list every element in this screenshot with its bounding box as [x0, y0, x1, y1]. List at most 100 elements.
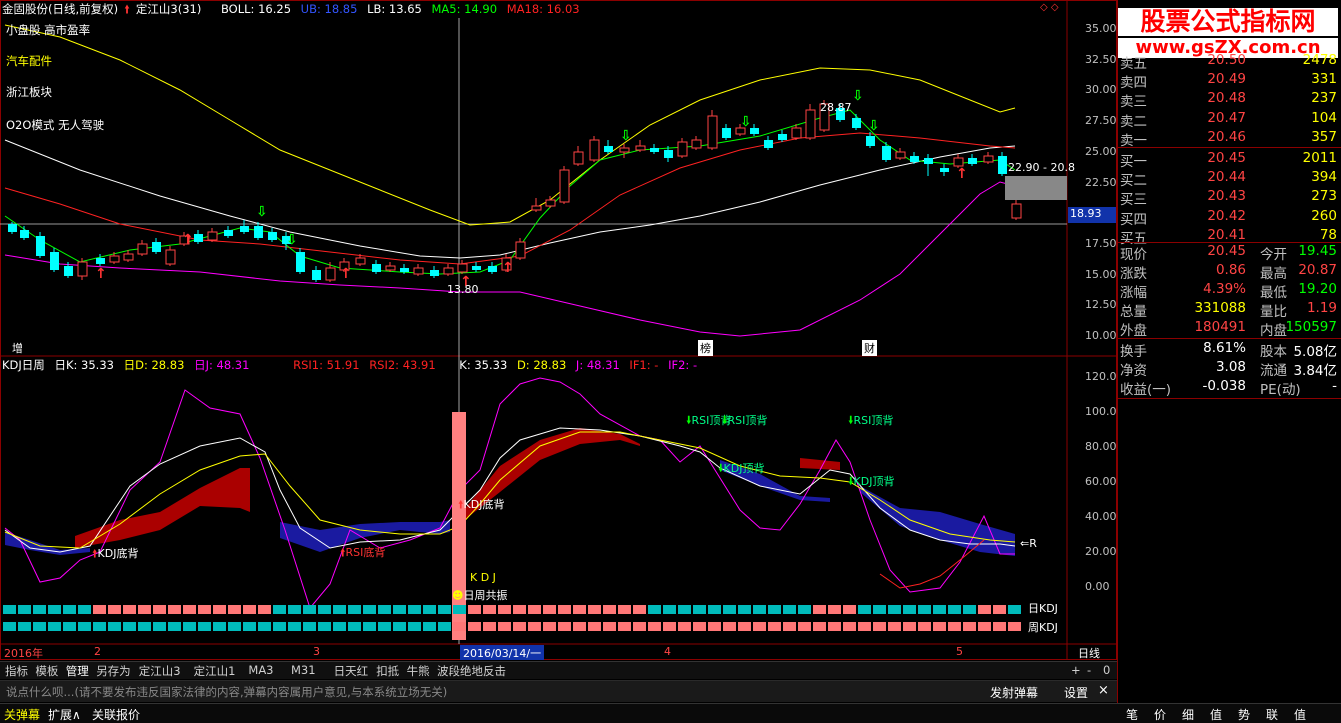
tab-2[interactable]: 管理 — [63, 663, 92, 679]
day-kdj-cell — [843, 605, 856, 614]
day-kdj-cell — [873, 605, 886, 614]
toggle-danmaku-button[interactable]: 关弹幕 — [4, 706, 40, 723]
high-label: 28.87 — [820, 101, 852, 114]
danmaku-input[interactable]: 说点什么呗...(请不要发布违反国家法律的内容,弹幕内容属用户意见,与本系统立场… — [6, 684, 447, 700]
tab-4[interactable]: 定江山3 — [136, 663, 184, 679]
quote-val: 19.45 — [1298, 243, 1337, 259]
week-kdj-cell — [723, 622, 736, 631]
day-kdj-cell — [498, 605, 511, 614]
week-kdj-cell — [693, 622, 706, 631]
day-kdj-cell — [963, 605, 976, 614]
order-book-row[interactable]: 买四 20.42 260 — [1118, 208, 1341, 228]
quote-tab-5[interactable]: 联 — [1266, 706, 1278, 723]
price-tick: 22.50 — [1085, 175, 1117, 189]
day-kdj-cell — [393, 605, 406, 614]
quote-row: 外盘 180491 内盘 150597 — [1118, 319, 1341, 339]
week-kdj-cell — [483, 622, 496, 631]
candle-down — [254, 226, 263, 238]
candle-down — [910, 156, 919, 162]
tab-6[interactable]: MA3 — [245, 663, 276, 679]
level-price: 20.41 — [1207, 226, 1246, 243]
tab-8[interactable]: 日天红 — [331, 663, 372, 679]
quote-row: 净资 3.08 流通 3.84亿 — [1118, 359, 1341, 379]
kdj-bottom-label-1: 🠙KDJ底背 — [92, 547, 139, 560]
tab-plus-button[interactable]: + — [1068, 663, 1084, 679]
candle-up — [109, 255, 120, 263]
quote-row: 总量 331088 量比 1.19 — [1118, 300, 1341, 320]
order-book-row[interactable]: 卖四 20.49 331 — [1118, 71, 1341, 91]
order-book-row[interactable]: 买二 20.44 394 — [1118, 169, 1341, 190]
candle-down — [64, 266, 73, 276]
order-book-row[interactable]: 卖三 20.48 237 — [1118, 90, 1341, 110]
price-tick: 15.00 — [1085, 267, 1117, 281]
period-label[interactable]: 日线 — [1078, 645, 1100, 661]
candle-up — [791, 127, 802, 139]
close-icon[interactable]: × — [1098, 683, 1109, 698]
book-divider — [1118, 147, 1341, 148]
quote-tab-1[interactable]: 价 — [1154, 706, 1166, 723]
candle-down — [664, 150, 673, 158]
r-label: ⇐R — [1020, 537, 1037, 550]
week-kdj-cell — [108, 622, 121, 631]
level-volume: 394 — [1311, 169, 1337, 186]
order-book-row[interactable]: 卖二 20.47 104 — [1118, 110, 1341, 130]
level-label: 买二 — [1120, 173, 1147, 190]
quote-tab-3[interactable]: 值 — [1210, 706, 1222, 723]
order-book-row[interactable]: 卖一 20.46 357 — [1118, 129, 1341, 149]
tab-10[interactable]: 牛熊 — [404, 663, 433, 679]
price-tick: 17.50 — [1085, 236, 1117, 250]
window-controls[interactable]: ◇ ◇ — [1040, 2, 1059, 13]
if1-value: IF1: - — [629, 358, 659, 372]
settings-button[interactable]: 设置 — [1064, 684, 1088, 701]
stock-title[interactable]: 金固股份(日线,前复权) — [2, 2, 118, 16]
tab-5[interactable]: 定江山1 — [191, 663, 239, 679]
week-kdj-cell — [213, 622, 226, 631]
quote-row: 收益(一) -0.038 PE(动) - — [1118, 378, 1341, 398]
day-kdj-cell — [33, 605, 46, 614]
j-value: J: 48.31 — [575, 358, 620, 372]
tab-3[interactable]: 另存为 — [93, 663, 134, 679]
order-book-row[interactable]: 买一 20.45 2011 — [1118, 150, 1341, 170]
indicator-name[interactable]: 定江山3(31) — [136, 2, 201, 16]
order-book-row[interactable]: 买三 20.43 273 — [1118, 188, 1341, 208]
quote-tab-4[interactable]: 势 — [1238, 706, 1250, 723]
tab-1[interactable]: 模板 — [32, 663, 61, 679]
tab-minus-button[interactable]: - — [1084, 663, 1094, 679]
tab-11[interactable]: 波段绝地反击 — [434, 663, 509, 679]
kdj-tick: 0.00 — [1085, 580, 1110, 593]
candle-up — [983, 155, 994, 163]
tab-0[interactable]: 指标 — [2, 663, 31, 679]
quote-key: 内盘 — [1260, 323, 1287, 339]
candle-up — [589, 139, 600, 161]
chart-area[interactable]: ↑ ↑ ↑ ↑ ↑ ↑ ⇩ ⇩ ⇩ ⇩ ⇩ ⇩ — [0, 0, 1117, 660]
quote-key: 流通 — [1260, 363, 1287, 379]
candle-down — [604, 146, 613, 152]
candle-up — [413, 267, 424, 275]
week-kdj-cell — [603, 622, 616, 631]
quote-tab-0[interactable]: 笔 — [1126, 706, 1138, 723]
day-kdj-cell — [738, 605, 751, 614]
tab-9[interactable]: 扣抵 — [373, 663, 402, 679]
quote-key: 总量 — [1120, 304, 1147, 320]
day-kdj-cell — [543, 605, 556, 614]
marker-bang[interactable]: 榜 — [698, 340, 713, 356]
kdj-top-label-2: 🠛KDJ顶背 — [848, 475, 895, 488]
quote-tab-6[interactable]: 值 — [1294, 706, 1306, 723]
buy-arrow-icon: ↑ — [95, 266, 107, 282]
tab-7[interactable]: M31 — [288, 663, 319, 679]
day-kdj-cell — [633, 605, 646, 614]
tab-zero-button[interactable]: 0 — [1100, 663, 1113, 679]
send-danmaku-button[interactable]: 发射弹幕 — [990, 684, 1038, 701]
week-kdj-cell — [738, 622, 751, 631]
candle-up — [137, 243, 148, 255]
related-quote-button[interactable]: 关联报价 — [92, 706, 140, 723]
level-label: 买一 — [1120, 154, 1147, 170]
quote-tab-2[interactable]: 细 — [1182, 706, 1194, 723]
order-book-row[interactable]: 卖五 20.50 2478 — [1118, 52, 1341, 72]
expand-button[interactable]: 扩展∧ — [48, 706, 81, 723]
kline-chart[interactable]: ↑↑↑ ↑↑↑⇩⇩⇩⇩⇩⇩ — [0, 0, 1117, 660]
day-kdj-cell — [423, 605, 436, 614]
level-price: 20.43 — [1207, 188, 1246, 205]
day-kdj-cell — [948, 605, 961, 614]
marker-cai[interactable]: 财 — [862, 340, 877, 356]
